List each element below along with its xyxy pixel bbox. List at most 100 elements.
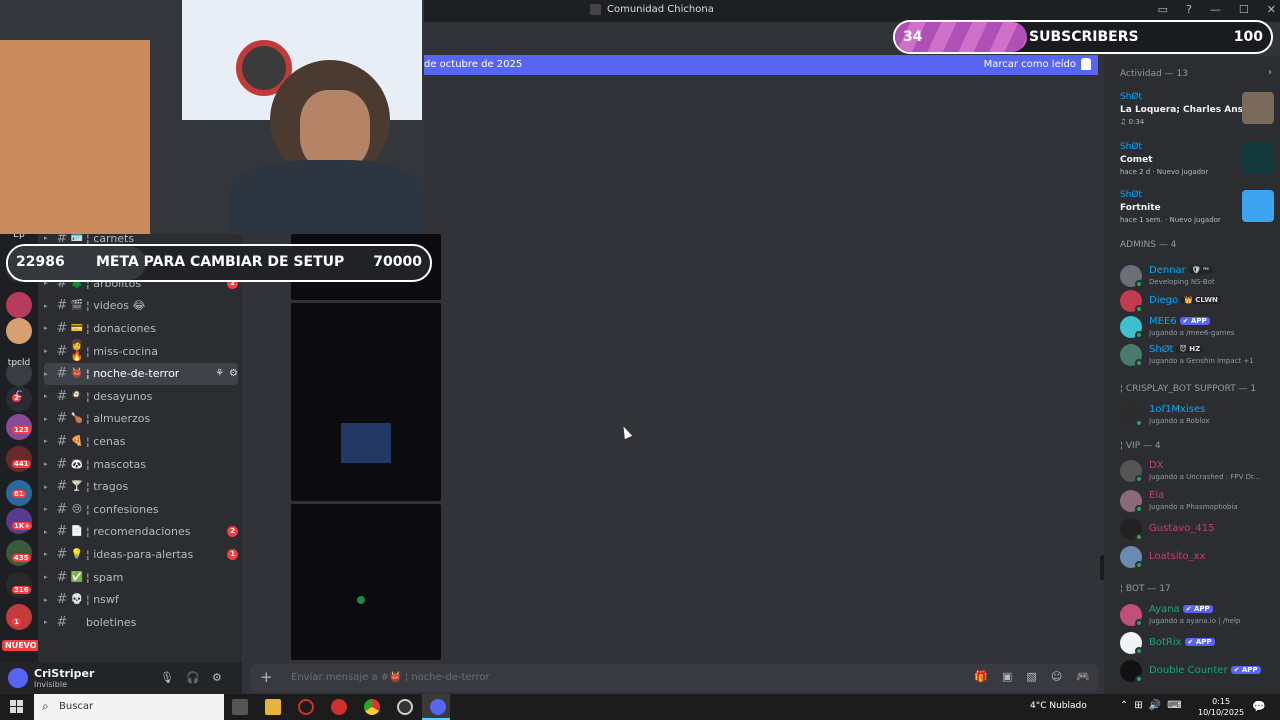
member-item[interactable]: Dennar 🛡 ⁿˢ Developing NS-Bot (1120, 263, 1280, 291)
chevron-right-icon[interactable]: ▸ (44, 370, 54, 378)
channel-item[interactable]: ▸ # 📄 ¦ recomendaciones 2 (44, 521, 238, 543)
member-item[interactable]: Ela Jugando a Phasmophobia (1120, 488, 1280, 516)
chevron-right-icon[interactable]: ▸ (44, 528, 54, 536)
member-item[interactable]: BotRix ✔ APP (1120, 630, 1280, 658)
chevron-right-icon[interactable]: ▸ (44, 460, 54, 468)
message-image[interactable] (291, 303, 441, 501)
server-label[interactable]: tpcld (2, 358, 36, 368)
channel-item[interactable]: ▸ # 🍕 ¦ cenas (44, 430, 238, 452)
maximize-button[interactable]: ☐ (1239, 3, 1249, 16)
add-attachment-icon[interactable]: + (260, 668, 273, 686)
opera-gx-icon[interactable] (331, 699, 347, 715)
taskbar-search[interactable]: ⌕ Buscar (34, 694, 224, 720)
chevron-right-icon[interactable]: ▸ (44, 324, 54, 332)
member-item[interactable]: DX Jugando a Uncrashed : FPV Dr... (1120, 458, 1280, 486)
channel-item[interactable]: ▸ # 🎬 ¦ videos 😂 (44, 295, 238, 317)
gif-icon[interactable]: ▣ (1002, 670, 1012, 683)
activity-title: Fortnite (1120, 203, 1161, 213)
chevron-right-icon[interactable]: ▸ (44, 234, 54, 242)
headphones-icon[interactable]: 🎧 (186, 671, 200, 684)
chevron-right-icon[interactable]: ▸ (44, 302, 54, 310)
chevron-up-icon[interactable]: ⌃ (1120, 700, 1128, 711)
gear-icon[interactable]: ⚙ (229, 368, 238, 379)
channel-item[interactable]: ▸ # boletines (44, 611, 238, 633)
server-icon[interactable] (6, 292, 32, 318)
chevron-right-icon[interactable]: ▸ (44, 437, 54, 445)
member-item[interactable]: Ayana ✔ APP Jugando a ayana.io | /help (1120, 602, 1280, 630)
member-item[interactable]: Diego 👑 CLWN (1120, 288, 1280, 316)
channel-item[interactable]: ▸ # 🍸 ¦ tragos (44, 476, 238, 498)
file-explorer-icon[interactable] (265, 699, 281, 715)
gift-icon[interactable]: 🎁 (974, 670, 988, 683)
chevron-right-icon[interactable]: ▸ (44, 505, 54, 513)
apps-icon[interactable]: 🎮 (1076, 670, 1090, 683)
channel-item[interactable]: ▸ # 💀 ¦ nswf (44, 589, 238, 611)
channel-item[interactable]: ▸ # 🍗 ¦ almuerzos (44, 408, 238, 430)
new-messages-banner[interactable]: de octubre de 2025 Marcar como leído (424, 55, 1098, 75)
message-image[interactable] (291, 504, 441, 660)
chevron-right-icon[interactable]: ▸ (44, 596, 54, 604)
obs-icon[interactable] (397, 699, 413, 715)
sticker-icon[interactable]: ▧ (1026, 670, 1036, 683)
message-composer[interactable]: + Enviar mensaje a #👹 ¦ noche-de-terror … (250, 664, 1098, 692)
chevron-right-icon[interactable]: › (1268, 67, 1272, 78)
member-item[interactable]: MEE6 ✔ APP Jugando a /mee6-games (1120, 314, 1280, 342)
chevron-right-icon[interactable]: ▸ (44, 347, 54, 355)
member-item[interactable]: Gustavo_415 (1120, 516, 1280, 544)
member-item[interactable]: Loatsito_xx (1120, 544, 1280, 572)
server-icon[interactable] (6, 318, 32, 344)
minimize-button[interactable]: — (1210, 3, 1221, 16)
opera-icon[interactable] (298, 699, 314, 715)
language-icon[interactable]: ⌨ (1167, 700, 1181, 711)
activity-card[interactable]: ShØt La Loquera; Charles Ans; ... ♫ 0:34 (1116, 92, 1276, 136)
inbox-icon[interactable]: ▭ (1158, 3, 1168, 16)
server-icon[interactable] (6, 446, 32, 472)
server-icon[interactable] (6, 540, 32, 566)
chevron-right-icon[interactable]: ▸ (44, 550, 54, 558)
member-item[interactable]: 1of1Mxises Jugando a Roblox (1120, 402, 1280, 430)
member-group-header: ADMINS — 4 (1120, 240, 1177, 250)
windows-start-icon[interactable] (10, 700, 23, 713)
channel-item[interactable]: ▸ # 👹 ¦ noche-de-terror ⚘ ⚙ (44, 362, 238, 385)
chevron-right-icon[interactable]: ▸ (44, 483, 54, 491)
member-item[interactable]: Double Counter ✔ APP (1120, 658, 1280, 686)
emoji-icon[interactable]: ☺ (1051, 670, 1062, 683)
server-icon[interactable] (6, 508, 32, 534)
chrome-icon[interactable] (364, 699, 380, 715)
channel-item[interactable]: ▸ # 👩🔥 ¦ miss-cocina (44, 340, 238, 362)
volume-icon[interactable]: 🔊 (1149, 700, 1161, 711)
activity-card[interactable]: ShØt Comet hace 2 d · Nuevo jugador (1116, 142, 1276, 186)
channel-item[interactable]: ▸ # ✅ ¦ spam (44, 566, 238, 588)
close-button[interactable]: ✕ (1267, 3, 1276, 16)
mark-as-read-button[interactable]: Marcar como leído (984, 59, 1076, 70)
invite-icon[interactable]: ⚘ (215, 368, 224, 379)
channel-item[interactable]: ▸ # 💳 ¦ donaciones (44, 317, 238, 339)
status-dot (1135, 359, 1143, 367)
server-icon[interactable] (6, 604, 32, 630)
weather-widget[interactable]: 4°C Nublado (1030, 701, 1087, 711)
channel-item[interactable]: ▸ # 🐼 ¦ mascotas (44, 453, 238, 475)
username[interactable]: CriStriper (34, 667, 94, 680)
channel-item[interactable]: ▸ # 🍳 ¦ desayunos (44, 385, 238, 407)
task-view-icon[interactable] (232, 699, 248, 715)
chevron-right-icon[interactable]: ▸ (44, 415, 54, 423)
network-icon[interactable]: ⊞ (1134, 700, 1142, 711)
gear-icon[interactable]: ⚙ (212, 671, 222, 684)
taskbar-clock[interactable]: 0:15 10/10/2025 (1198, 696, 1244, 718)
chevron-right-icon[interactable]: ▸ (44, 618, 54, 626)
avatar[interactable] (8, 668, 28, 688)
channel-item[interactable]: ▸ # 😢 ¦ confesiones (44, 498, 238, 520)
server-icon[interactable] (6, 572, 32, 598)
notification-icon[interactable]: 💬 (1252, 700, 1266, 713)
search-input[interactable]: Buscar (59, 701, 93, 712)
member-item[interactable]: ShØt 😈 HZ Jugando a Genshin Impact +1 (1120, 342, 1280, 370)
server-label[interactable]: C (2, 390, 36, 400)
microphone-icon[interactable]: 🎙 (160, 671, 174, 684)
activity-card[interactable]: ShØt Fortnite hace 1 sem. · Nuevo jugador (1116, 190, 1276, 234)
help-icon[interactable]: ? (1186, 3, 1192, 16)
message-input[interactable]: Enviar mensaje a #👹 ¦ noche-de-terror (291, 672, 490, 683)
member-name: Loatsito_xx (1149, 551, 1206, 562)
chevron-right-icon[interactable]: ▸ (44, 573, 54, 581)
channel-item[interactable]: ▸ # 💡 ¦ ideas-para-alertas 1 (44, 543, 238, 565)
chevron-right-icon[interactable]: ▸ (44, 392, 54, 400)
